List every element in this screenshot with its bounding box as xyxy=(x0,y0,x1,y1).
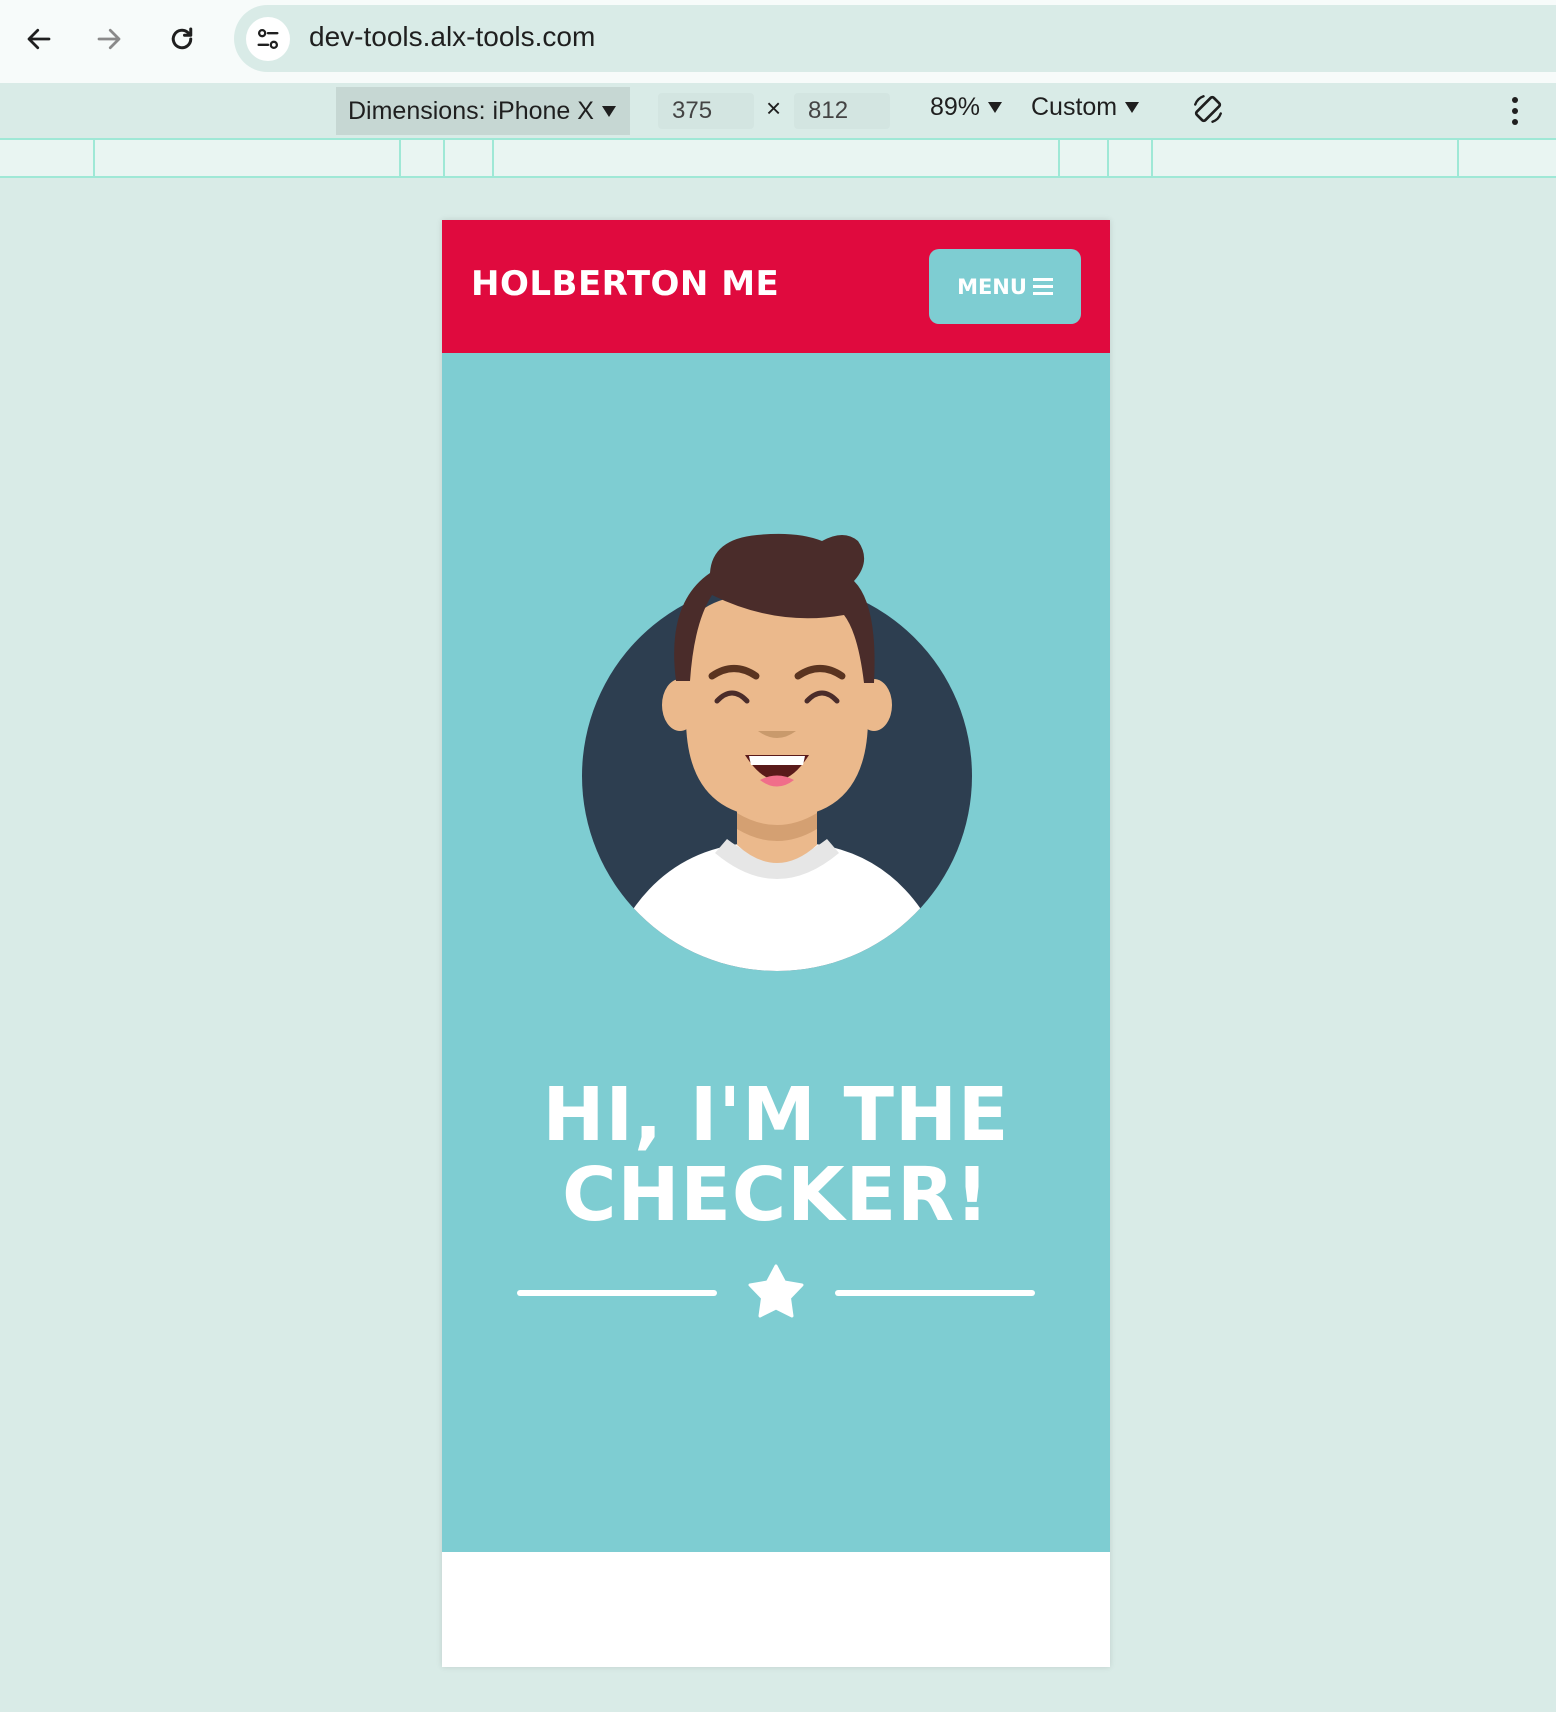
dimensions-select[interactable]: Dimensions: iPhone X xyxy=(336,87,630,135)
caret-down-icon xyxy=(1125,102,1140,113)
caret-down-icon xyxy=(601,105,616,117)
arrow-right-icon xyxy=(97,28,121,50)
ruler-tick xyxy=(1457,140,1459,176)
forward-button[interactable] xyxy=(87,17,131,61)
reload-button[interactable] xyxy=(160,17,204,61)
media-query-ruler[interactable] xyxy=(0,138,1556,178)
device-viewport: HOLBERTON ME MENU HI, I'M THE CHECKER! xyxy=(442,220,1110,1667)
zoom-select[interactable]: 89% xyxy=(930,93,1003,122)
hamburger-icon xyxy=(1032,278,1053,295)
throttle-select[interactable]: Custom xyxy=(1031,93,1140,122)
caret-down-icon xyxy=(988,102,1003,113)
arrow-left-icon xyxy=(27,28,51,50)
site-header: HOLBERTON ME MENU xyxy=(442,220,1110,353)
tune-icon xyxy=(257,28,279,50)
zoom-value: 89% xyxy=(930,93,981,121)
kebab-dot xyxy=(1512,97,1518,103)
more-options-button[interactable] xyxy=(1500,91,1530,131)
hero-section: HI, I'M THE CHECKER! xyxy=(442,353,1110,1552)
dimensions-label: Dimensions: iPhone X xyxy=(348,96,594,125)
throttle-value: Custom xyxy=(1031,93,1118,121)
back-button[interactable] xyxy=(17,17,61,61)
site-logo[interactable]: HOLBERTON ME xyxy=(471,264,779,304)
address-bar[interactable]: dev-tools.alx-tools.com xyxy=(234,5,1556,72)
ruler-tick xyxy=(1058,140,1060,176)
rotate-button[interactable] xyxy=(1186,87,1230,131)
star-divider xyxy=(517,1264,1035,1318)
url-text[interactable]: dev-tools.alx-tools.com xyxy=(309,21,595,53)
ruler-tick xyxy=(443,140,445,176)
ruler-tick xyxy=(1107,140,1109,176)
hero-title-line: CHECKER! xyxy=(562,1152,990,1238)
site-info-button[interactable] xyxy=(246,17,290,61)
width-input[interactable] xyxy=(658,93,754,129)
menu-label: MENU xyxy=(957,274,1027,299)
kebab-dot xyxy=(1512,108,1518,114)
device-toolbar: Dimensions: iPhone X × 89% Custom xyxy=(0,83,1556,138)
avatar-illustration xyxy=(582,533,972,971)
ruler-tick xyxy=(93,140,95,176)
ruler-tick xyxy=(492,140,494,176)
hero-title: HI, I'M THE CHECKER! xyxy=(442,1075,1110,1235)
menu-button[interactable]: MENU xyxy=(929,249,1081,324)
kebab-dot xyxy=(1512,119,1518,125)
reload-icon xyxy=(171,27,193,50)
height-input[interactable] xyxy=(794,93,890,129)
rotate-icon xyxy=(1194,95,1222,123)
times-icon: × xyxy=(766,93,782,123)
ruler-tick xyxy=(399,140,401,176)
browser-toolbar: dev-tools.alx-tools.com xyxy=(0,0,1556,83)
ruler-tick xyxy=(1151,140,1153,176)
star-icon xyxy=(748,1264,804,1318)
hero-title-line: HI, I'M THE xyxy=(542,1072,1010,1158)
